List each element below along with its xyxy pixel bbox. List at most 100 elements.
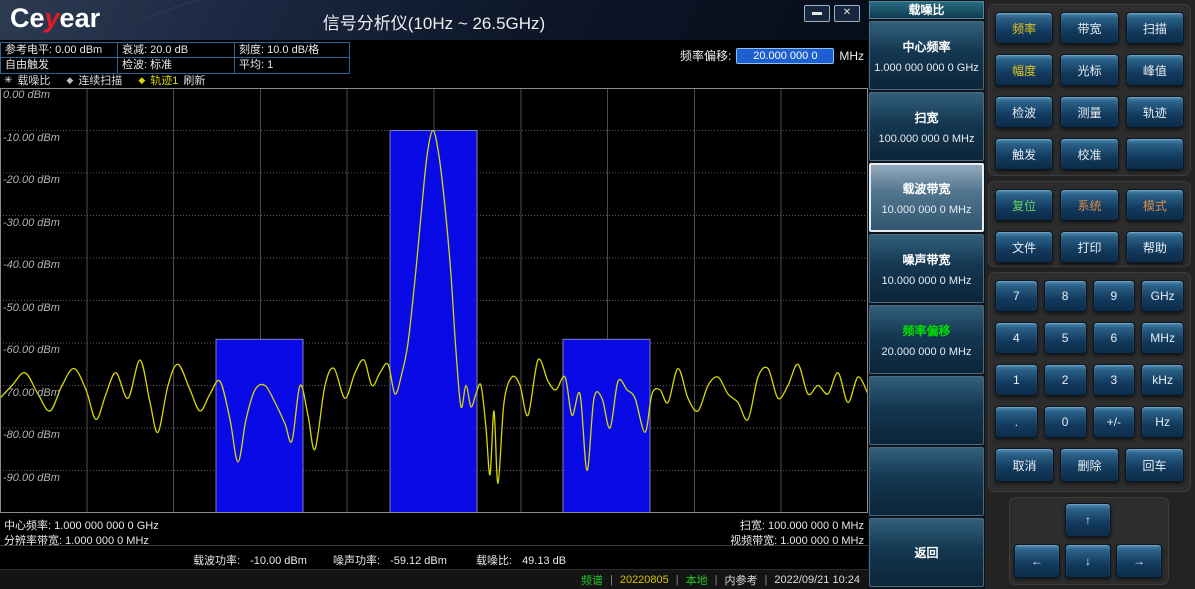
logo-text: Ce	[10, 3, 45, 33]
key-3[interactable]: 3	[1093, 364, 1136, 396]
y-axis-label: -80.00 dBm	[3, 429, 60, 441]
softkey-label: 频率偏移	[902, 322, 950, 339]
y-axis-label: -90.00 dBm	[3, 472, 60, 484]
logo-text: ear	[60, 3, 101, 33]
window-title: 信号分析仪(10Hz ~ 26.5GHz)	[150, 9, 718, 34]
status-separator: |	[715, 574, 718, 586]
key-9[interactable]: 9	[1093, 280, 1136, 312]
numeric-keypad-group: 789GHz 456MHz 123kHz.0+/-Hz 取消删除回车	[988, 272, 1191, 492]
key-system[interactable]: 系统	[1060, 189, 1118, 221]
key-2[interactable]: 2	[1044, 364, 1087, 396]
title-bar: Ceyear 信号分析仪(10Hz ~ 26.5GHz) ▬ ✕	[0, 0, 868, 40]
noise-power-value: -59.12 dBm	[390, 555, 447, 567]
key-print[interactable]: 打印	[1060, 231, 1118, 263]
noise-band-left	[216, 339, 303, 513]
softkey-frequency-offset[interactable]: 频率偏移20.000 000 0 MHz	[869, 305, 984, 374]
key-enter[interactable]: 回车	[1125, 448, 1184, 482]
minimize-button[interactable]: ▬	[804, 5, 830, 22]
key-sweep[interactable]: 扫描	[1126, 12, 1184, 44]
key-6[interactable]: 6	[1093, 322, 1136, 354]
key-trigger[interactable]: 触发	[995, 138, 1053, 170]
key-arrow-down[interactable]: ↓	[1065, 544, 1111, 578]
sweep-indicator-label: 连续扫描	[78, 72, 122, 88]
carrier-power-value: -10.00 dBm	[250, 555, 307, 567]
measure-indicator-label: 载噪比	[17, 72, 50, 88]
key-dot[interactable]: .	[995, 406, 1038, 438]
status-datetime: 2022/09/21 10:24	[774, 574, 860, 586]
y-axis-label: -50.00 dBm	[3, 302, 60, 314]
key-amplitude[interactable]: 幅度	[995, 54, 1053, 86]
trace-state-label: 刷新	[183, 72, 205, 88]
param-cell-3: 自由触发	[1, 58, 118, 73]
noise-band-right	[563, 339, 650, 513]
status-reference: 内参考	[725, 572, 758, 588]
status-separator: |	[765, 574, 768, 586]
frequency-offset-entry: 频率偏移: 20.000 000 0 MHz	[680, 47, 864, 64]
system-key-group: 复位系统模式文件打印帮助	[988, 181, 1191, 267]
param-cell-5: 平均: 1	[235, 58, 349, 73]
key-cancel[interactable]: 取消	[995, 448, 1054, 482]
key-bandwidth[interactable]: 带宽	[1060, 12, 1118, 44]
softkey-menu-panel: 载噪比 中心频率1.000 000 000 0 GHz扫宽100.000 000…	[868, 0, 985, 589]
key-ghz[interactable]: GHz	[1141, 280, 1184, 312]
key-trace[interactable]: 轨迹	[1126, 96, 1184, 128]
softkey-value: 1.000 000 000 0 GHz	[874, 62, 979, 74]
y-axis-label: -30.00 dBm	[3, 217, 60, 229]
softkey-back[interactable]: 返回	[869, 518, 984, 587]
frequency-offset-label: 频率偏移:	[680, 47, 731, 64]
key-mode[interactable]: 模式	[1126, 189, 1184, 221]
key-7[interactable]: 7	[995, 280, 1038, 312]
status-build: 20220805	[620, 574, 669, 586]
key-arrow-up[interactable]: ↑	[1065, 503, 1111, 537]
key-0[interactable]: 0	[1044, 406, 1087, 438]
key-arrow-right[interactable]: →	[1116, 544, 1162, 578]
status-separator: |	[610, 574, 613, 586]
softkey-label: 扫宽	[914, 109, 938, 126]
key-calibration[interactable]: 校准	[1060, 138, 1118, 170]
key-5[interactable]: 5	[1044, 322, 1087, 354]
cn-ratio-label: 载噪比:	[476, 555, 512, 567]
close-button[interactable]: ✕	[834, 5, 860, 22]
y-axis-label: -10.00 dBm	[3, 132, 60, 144]
key-khz[interactable]: kHz	[1141, 364, 1184, 396]
key-help[interactable]: 帮助	[1126, 231, 1184, 263]
softkey-blank-2[interactable]	[869, 447, 984, 516]
frequency-offset-input[interactable]: 20.000 000 0	[736, 48, 834, 64]
carrier-power-readout: 载波功率:-10.00 dBm	[193, 552, 307, 568]
softkey-span[interactable]: 扫宽100.000 000 0 MHz	[869, 92, 984, 161]
key-reset[interactable]: 复位	[995, 189, 1053, 221]
key-arrow-left[interactable]: ←	[1014, 544, 1060, 578]
carrier-band	[390, 131, 477, 514]
hardkey-panel: 频率带宽扫描幅度光标峰值检波测量轨迹触发校准 复位系统模式文件打印帮助 789G…	[985, 0, 1195, 589]
softkey-noise-bandwidth[interactable]: 噪声带宽10.000 000 0 MHz	[869, 234, 984, 303]
softkey-blank-1[interactable]	[869, 376, 984, 445]
key-detector[interactable]: 检波	[995, 96, 1053, 128]
key-plus-minus[interactable]: +/-	[1093, 406, 1136, 438]
status-separator: |	[676, 574, 679, 586]
key-file[interactable]: 文件	[995, 231, 1053, 263]
noise-power-label: 噪声功率:	[333, 555, 380, 567]
key-hz[interactable]: Hz	[1141, 406, 1184, 438]
param-cell-1: 衰减: 20.0 dB	[118, 43, 235, 58]
key-measure[interactable]: 测量	[1060, 96, 1118, 128]
key-delete[interactable]: 删除	[1060, 448, 1119, 482]
signal-analyzer-app: Ceyear 信号分析仪(10Hz ~ 26.5GHz) ▬ ✕ 参考电平: 0…	[0, 0, 1195, 589]
rbw-readout: 分辨率带宽: 1.000 000 0 MHz	[4, 532, 149, 548]
key-peak[interactable]: 峰值	[1126, 54, 1184, 86]
cn-ratio-readout: 载噪比:49.13 dB	[476, 552, 566, 568]
ceyear-logo: Ceyear	[10, 3, 100, 34]
center-frequency-readout: 中心频率: 1.000 000 000 0 GHz	[4, 517, 159, 533]
softkey-carrier-bandwidth[interactable]: 载波带宽10.000 000 0 MHz	[869, 163, 984, 232]
trace-indicator: ◆ 轨迹1 刷新	[138, 72, 205, 88]
key-frequency[interactable]: 频率	[995, 12, 1053, 44]
key-mhz[interactable]: MHz	[1141, 322, 1184, 354]
softkey-center-frequency[interactable]: 中心频率1.000 000 000 0 GHz	[869, 21, 984, 90]
softkey-value: 10.000 000 0 MHz	[882, 204, 972, 216]
key-blank[interactable]	[1126, 138, 1184, 170]
key-8[interactable]: 8	[1044, 280, 1087, 312]
key-1[interactable]: 1	[995, 364, 1038, 396]
key-marker[interactable]: 光标	[1060, 54, 1118, 86]
logo-accent: y	[45, 3, 60, 33]
status-bar: 频谱|20220805|本地|内参考|2022/09/21 10:24	[0, 569, 868, 589]
key-4[interactable]: 4	[995, 322, 1038, 354]
